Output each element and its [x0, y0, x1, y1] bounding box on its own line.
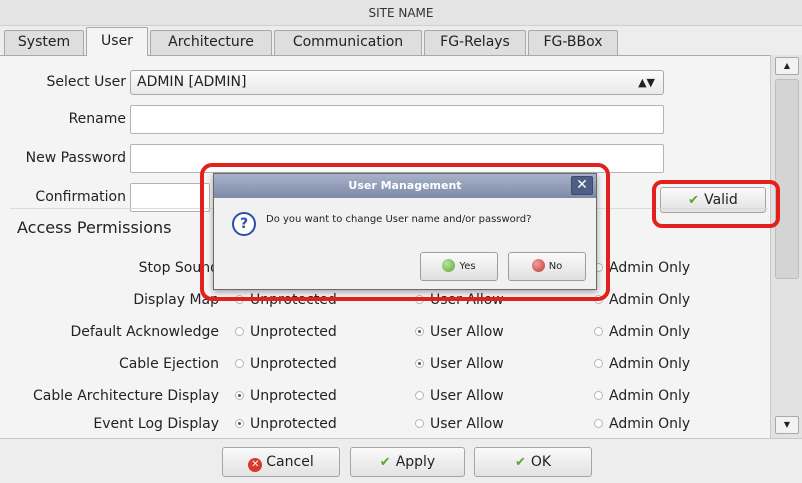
no-button[interactable]: No [508, 252, 586, 281]
confirmation-label: Confirmation [35, 189, 126, 205]
close-icon[interactable]: ✕ [571, 176, 593, 195]
radio-unprotected[interactable]: Unprotected [235, 356, 337, 372]
cancel-button-label: Cancel [266, 454, 314, 470]
red-circle-icon [531, 259, 545, 272]
radio-user-allow[interactable]: User Allow [415, 356, 504, 372]
user-management-dialog: User Management ✕ ? Do you want to chang… [213, 173, 597, 290]
check-icon: ✔ [688, 193, 700, 208]
select-user-label: Select User [46, 74, 126, 90]
radio-icon [415, 418, 424, 428]
rename-label: Rename [68, 111, 126, 127]
perm-row-default-acknowledge: Default Acknowledge Unprotected User All… [0, 322, 770, 346]
perm-row-cable-architecture-display: Cable Architecture Display Unprotected U… [0, 386, 770, 410]
new-password-label: New Password [25, 150, 126, 166]
ok-button[interactable]: ✔ OK [474, 447, 592, 477]
yes-button[interactable]: Yes [420, 252, 498, 281]
tab-bar: System User Architecture Communication F… [0, 27, 802, 56]
cancel-button[interactable]: ✕ Cancel [222, 447, 340, 477]
tab-communication[interactable]: Communication [274, 30, 422, 55]
radio-admin-only[interactable]: Admin Only [594, 416, 690, 432]
radio-admin-only[interactable]: Admin Only [594, 292, 690, 308]
radio-user-allow[interactable]: User Allow [415, 292, 504, 308]
tab-fg-bbox[interactable]: FG-BBox [528, 30, 618, 55]
radio-icon [235, 390, 244, 400]
radio-icon [594, 418, 603, 428]
radio-icon [235, 294, 244, 304]
radio-user-allow[interactable]: User Allow [415, 324, 504, 340]
perm-label: Cable Ejection [118, 356, 219, 372]
yes-button-label: Yes [459, 261, 476, 272]
select-user-value: ADMIN [ADMIN] [137, 74, 247, 90]
perm-row-event-log-display: Event Log Display Unprotected User Allow… [0, 414, 770, 438]
rename-input[interactable] [130, 105, 664, 134]
perm-label: Display Map [133, 292, 219, 308]
radio-admin-only[interactable]: Admin Only [594, 356, 690, 372]
radio-icon [594, 294, 603, 304]
radio-icon [415, 390, 424, 400]
access-permissions-title: Access Permissions [17, 218, 172, 237]
dialog-title: User Management [214, 174, 596, 198]
ok-button-label: OK [530, 454, 552, 470]
radio-icon [594, 390, 603, 400]
vertical-scrollbar[interactable]: ▲ ▼ [770, 55, 802, 438]
radio-admin-only[interactable]: Admin Only [594, 388, 690, 404]
radio-icon [415, 358, 424, 368]
select-user-dropdown[interactable]: ADMIN [ADMIN] ▲▼ [130, 70, 664, 95]
bottom-button-bar: ✕ Cancel ✔ Apply ✔ OK [0, 438, 802, 483]
radio-admin-only[interactable]: Admin Only [594, 260, 690, 276]
radio-icon [594, 326, 603, 336]
dialog-message: Do you want to change User name and/or p… [266, 214, 532, 225]
radio-unprotected[interactable]: Unprotected [235, 324, 337, 340]
window-title: SITE NAME [0, 0, 802, 26]
perm-label: Default Acknowledge [70, 324, 219, 340]
radio-unprotected[interactable]: Unprotected [235, 416, 337, 432]
tab-system[interactable]: System [4, 30, 84, 55]
check-icon: ✔ [514, 455, 526, 470]
radio-user-allow[interactable]: User Allow [415, 416, 504, 432]
scroll-down-icon[interactable]: ▼ [775, 416, 799, 434]
green-circle-icon [442, 259, 456, 272]
tab-architecture[interactable]: Architecture [150, 30, 272, 55]
cancel-icon: ✕ [248, 458, 263, 472]
radio-icon [235, 326, 244, 336]
perm-label: Event Log Display [93, 416, 219, 432]
apply-button-label: Apply [395, 454, 436, 470]
scroll-up-icon[interactable]: ▲ [775, 57, 799, 75]
check-icon: ✔ [379, 455, 391, 470]
valid-button-label: Valid [704, 192, 738, 208]
perm-row-display-map: Display Map Unprotected User Allow Admin… [0, 290, 770, 314]
valid-button[interactable]: ✔ Valid [660, 187, 766, 213]
radio-unprotected[interactable]: Unprotected [235, 388, 337, 404]
perm-label: Stop Sound [138, 260, 219, 276]
tab-user[interactable]: User [86, 27, 148, 56]
radio-icon [594, 358, 603, 368]
question-icon: ? [232, 212, 256, 236]
perm-row-cable-ejection: Cable Ejection Unprotected User Allow Ad… [0, 354, 770, 378]
new-password-input[interactable] [130, 144, 664, 173]
no-button-label: No [548, 261, 563, 272]
radio-icon [415, 326, 424, 336]
perm-label: Cable Architecture Display [33, 388, 219, 404]
tab-fg-relays[interactable]: FG-Relays [424, 30, 526, 55]
select-arrows-icon: ▲▼ [638, 76, 655, 89]
radio-admin-only[interactable]: Admin Only [594, 324, 690, 340]
radio-icon [235, 358, 244, 368]
apply-button[interactable]: ✔ Apply [350, 447, 465, 477]
radio-unprotected[interactable]: Unprotected [235, 292, 337, 308]
radio-icon [415, 294, 424, 304]
radio-icon [235, 418, 244, 428]
scroll-thumb[interactable] [775, 79, 799, 279]
radio-user-allow[interactable]: User Allow [415, 388, 504, 404]
